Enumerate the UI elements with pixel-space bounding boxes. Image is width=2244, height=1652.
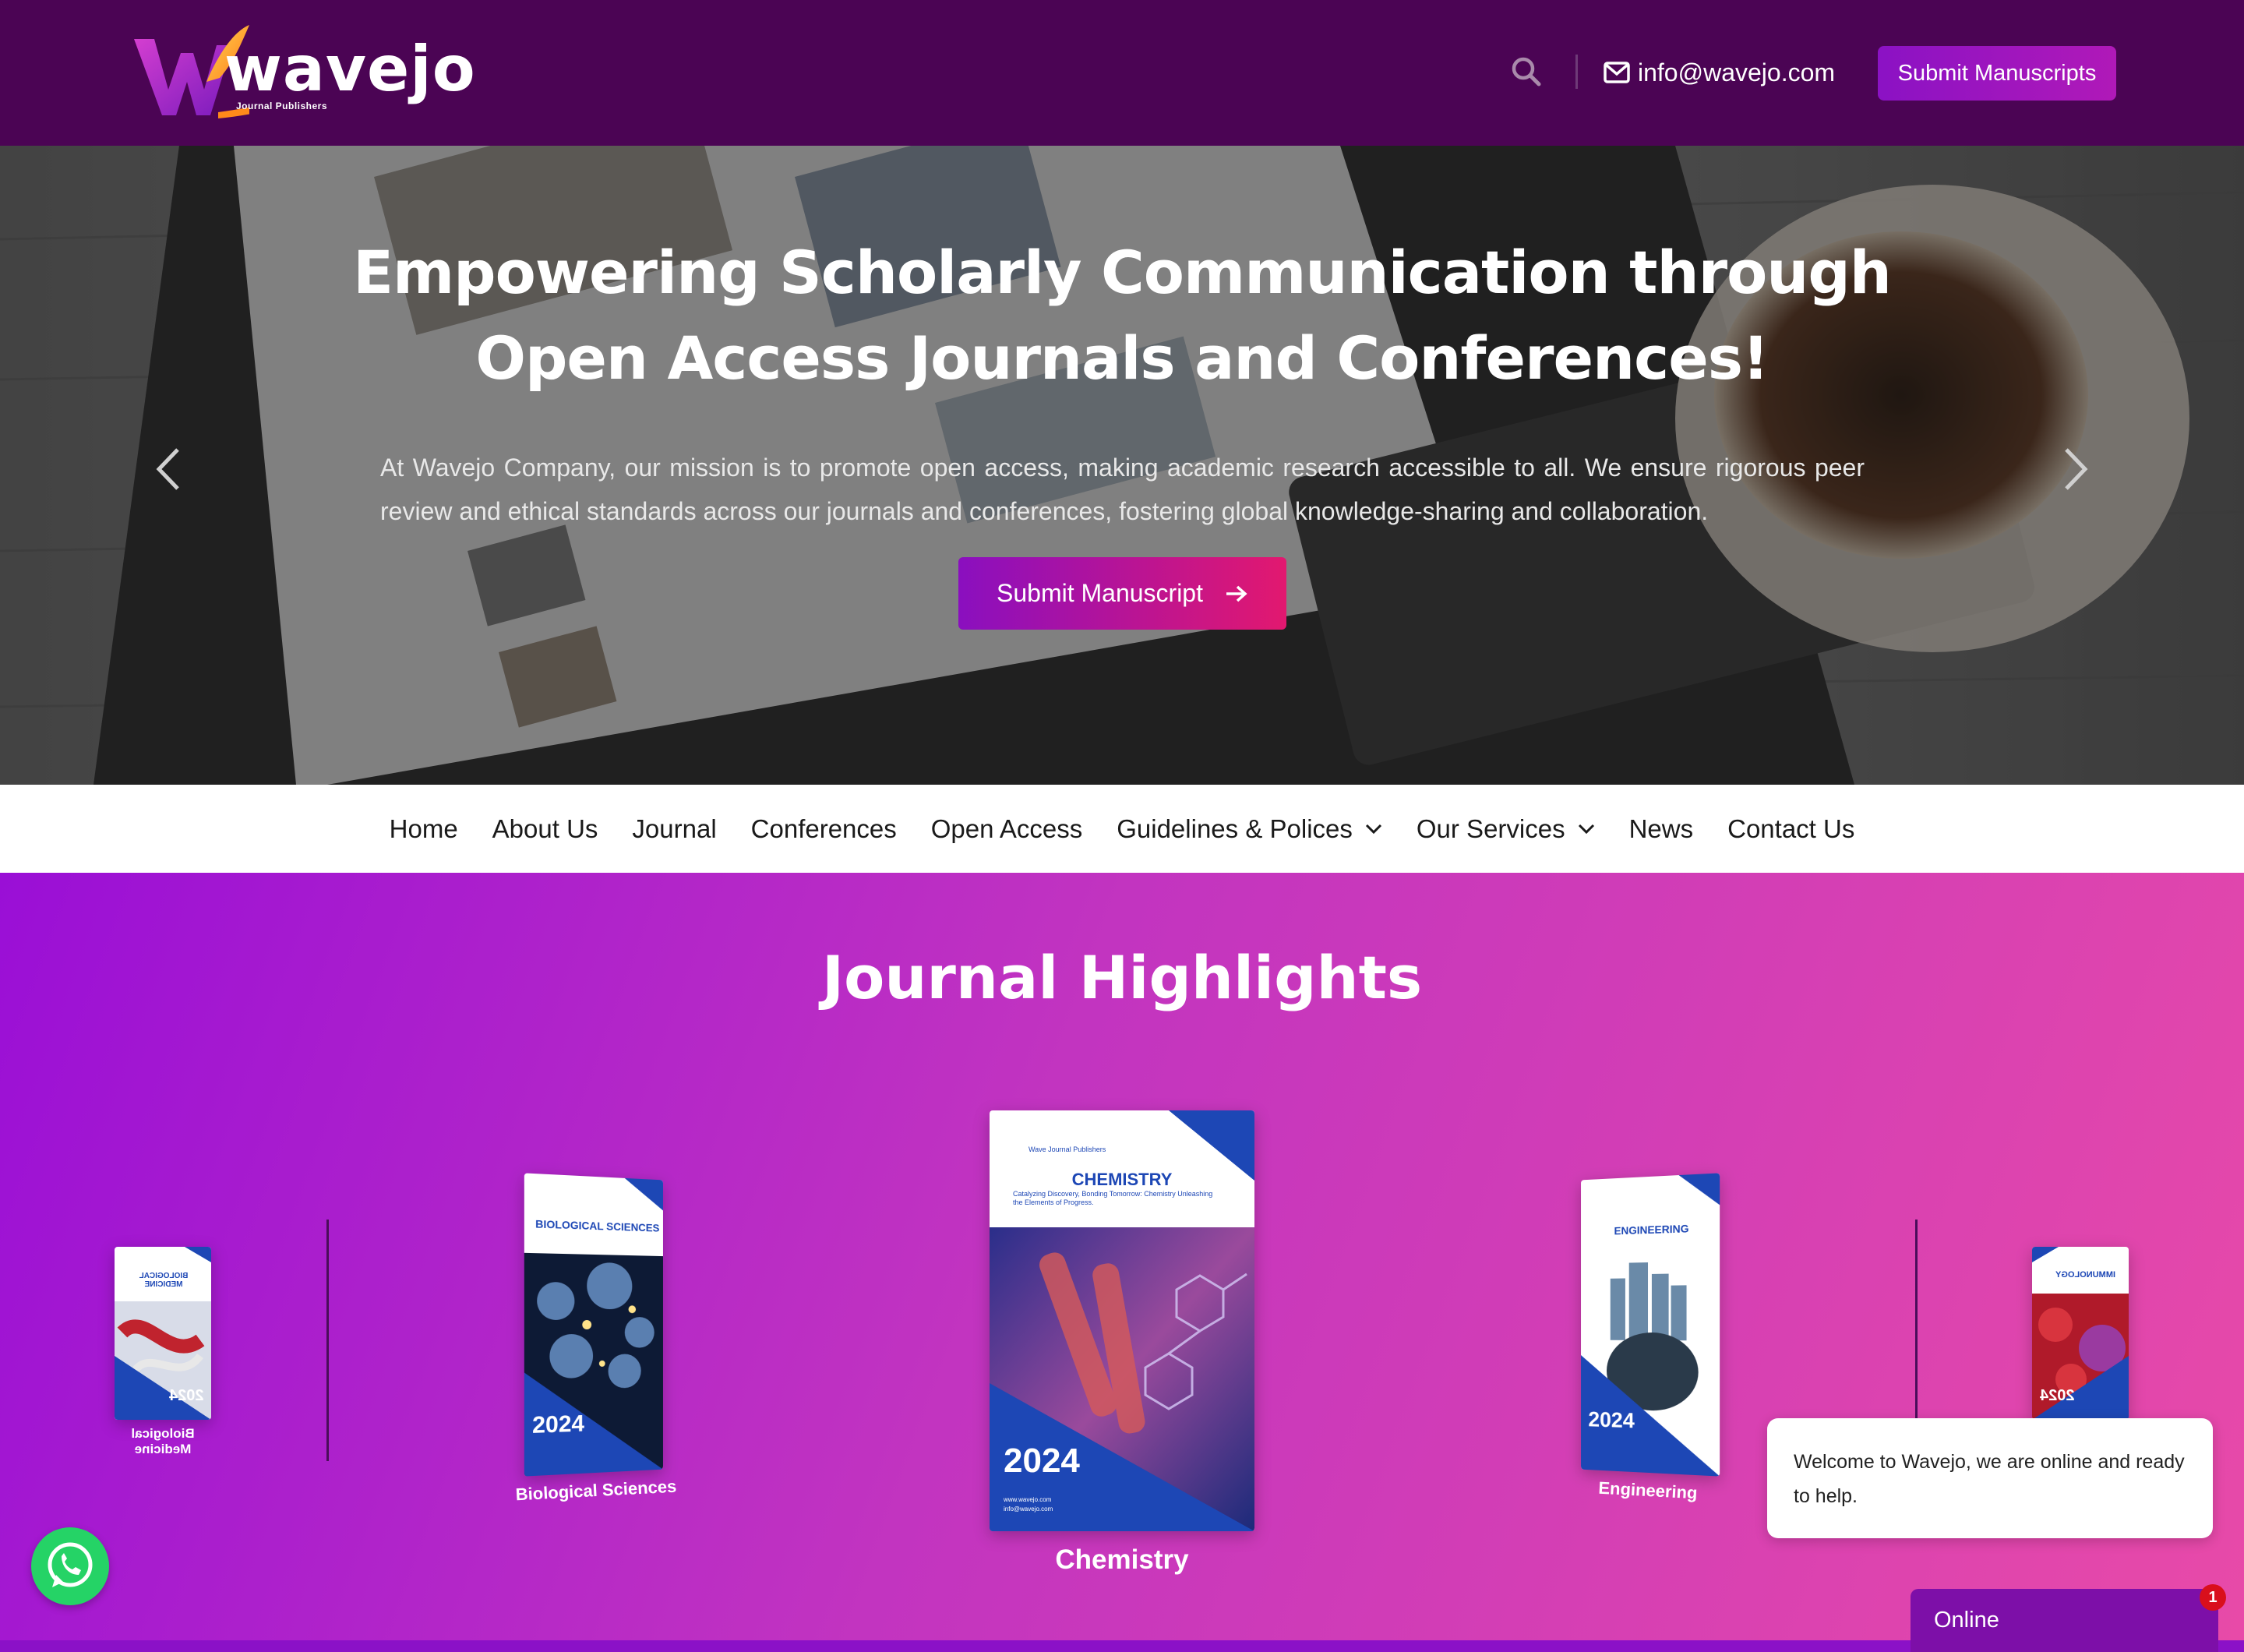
cover-subtitle: Catalyzing Discovery, Bonding Tomorrow: …	[1013, 1190, 1213, 1206]
cover-year: 2024	[1004, 1442, 1080, 1480]
cover-title: CHEMISTRY	[1071, 1170, 1173, 1189]
email-text: info@wavejo.com	[1638, 58, 1836, 86]
nav-open-access[interactable]: Open Access	[931, 814, 1082, 844]
header-divider	[1575, 55, 1578, 89]
search-icon[interactable]	[1509, 55, 1544, 89]
nav-contact-us[interactable]: Contact Us	[1727, 814, 1854, 844]
cover-title: IMMUNOLOGY	[2055, 1270, 2115, 1280]
chevron-down-icon	[1365, 824, 1381, 834]
email-link[interactable]: info@wavejo.com	[1604, 55, 1835, 90]
nav-about-us[interactable]: About Us	[492, 814, 598, 844]
cover-year: 2024	[2040, 1387, 2075, 1404]
cover-year: 2024	[1588, 1407, 1635, 1433]
logo-tagline: Journal Publishers	[236, 101, 328, 111]
nav-our-services[interactable]: Our Services	[1417, 814, 1595, 844]
journal-label-biological-sciences: Biological Sciences	[515, 1476, 677, 1505]
submit-manuscript-label: Submit Manuscript	[997, 579, 1203, 607]
cover-year: 2024	[169, 1387, 204, 1404]
envelope-icon	[1604, 62, 1630, 83]
main-nav: Home About Us Journal Conferences Open A…	[0, 785, 2244, 873]
journal-cover-engineering[interactable]: ENGINEERING 2024	[1581, 1173, 1720, 1477]
chevron-down-icon	[1578, 824, 1594, 834]
hero-description: At Wavejo Company, our mission is to pro…	[380, 454, 1865, 525]
prev-slide-arrow-icon[interactable]	[150, 442, 189, 496]
journal-cover-immunology[interactable]: IMMUNOLOGY 2024	[2032, 1247, 2129, 1420]
chat-welcome-bubble[interactable]: Welcome to Wavejo, we are online and rea…	[1767, 1418, 2213, 1538]
cover-web: www.wavejo.com	[1004, 1496, 1052, 1503]
journal-label-chemistry: Chemistry	[1055, 1544, 1189, 1575]
chat-online-bar[interactable]: Online	[1911, 1589, 2218, 1652]
cover-year: 2024	[532, 1410, 585, 1439]
carousel-separator	[326, 1220, 329, 1461]
hero-slider: Empowering Scholarly Communication throu…	[0, 146, 2244, 785]
nav-our-services-label: Our Services	[1416, 814, 1565, 843]
journal-cover-biological-sciences[interactable]: BIOLOGICAL SCIENCES 2024	[524, 1173, 663, 1477]
section-bottom-band	[0, 1640, 2244, 1652]
submit-manuscripts-button[interactable]: Submit Manuscripts	[1878, 46, 2116, 101]
logo-wordmark: wavejo	[224, 33, 476, 105]
next-slide-arrow-icon[interactable]	[2055, 442, 2094, 496]
submit-manuscript-button[interactable]: Submit Manuscript	[958, 557, 1286, 630]
journal-label-engineering: Engineering	[1597, 1477, 1699, 1503]
chat-notification-badge: 1	[2200, 1584, 2226, 1611]
wavejo-logo[interactable]: wavejo Journal Publishers	[132, 23, 475, 121]
journal-cover-chemistry[interactable]: Wave Journal Publishers CHEMISTRY Cataly…	[990, 1110, 1254, 1531]
section-title: Journal Highlights	[821, 943, 1423, 1012]
whatsapp-icon[interactable]	[31, 1527, 109, 1605]
nav-guidelines[interactable]: Guidelines & Polices	[1117, 814, 1382, 844]
arrow-right-icon	[1226, 585, 1247, 602]
site-header: wavejo Journal Publishers info@wavejo.co…	[0, 0, 2244, 146]
cover-title: BIOLOGICAL MEDICINE	[139, 1272, 189, 1289]
journal-cover-biological-medicine[interactable]: BIOLOGICAL MEDICINE 2024	[115, 1247, 211, 1420]
nav-conferences[interactable]: Conferences	[751, 814, 897, 844]
cover-publisher: Wave Journal Publishers	[1028, 1145, 1106, 1153]
hero-title: Empowering Scholarly Communication throu…	[353, 238, 1892, 393]
nav-journal[interactable]: Journal	[632, 814, 716, 844]
cover-mail: info@wavejo.com	[1004, 1506, 1053, 1513]
journal-label-biological-medicine: Biological Medicine	[131, 1426, 195, 1456]
nav-news[interactable]: News	[1629, 814, 1694, 844]
nav-home[interactable]: Home	[390, 814, 458, 844]
nav-guidelines-label: Guidelines & Polices	[1117, 814, 1353, 843]
cover-title: ENGINEERING	[1614, 1222, 1689, 1237]
